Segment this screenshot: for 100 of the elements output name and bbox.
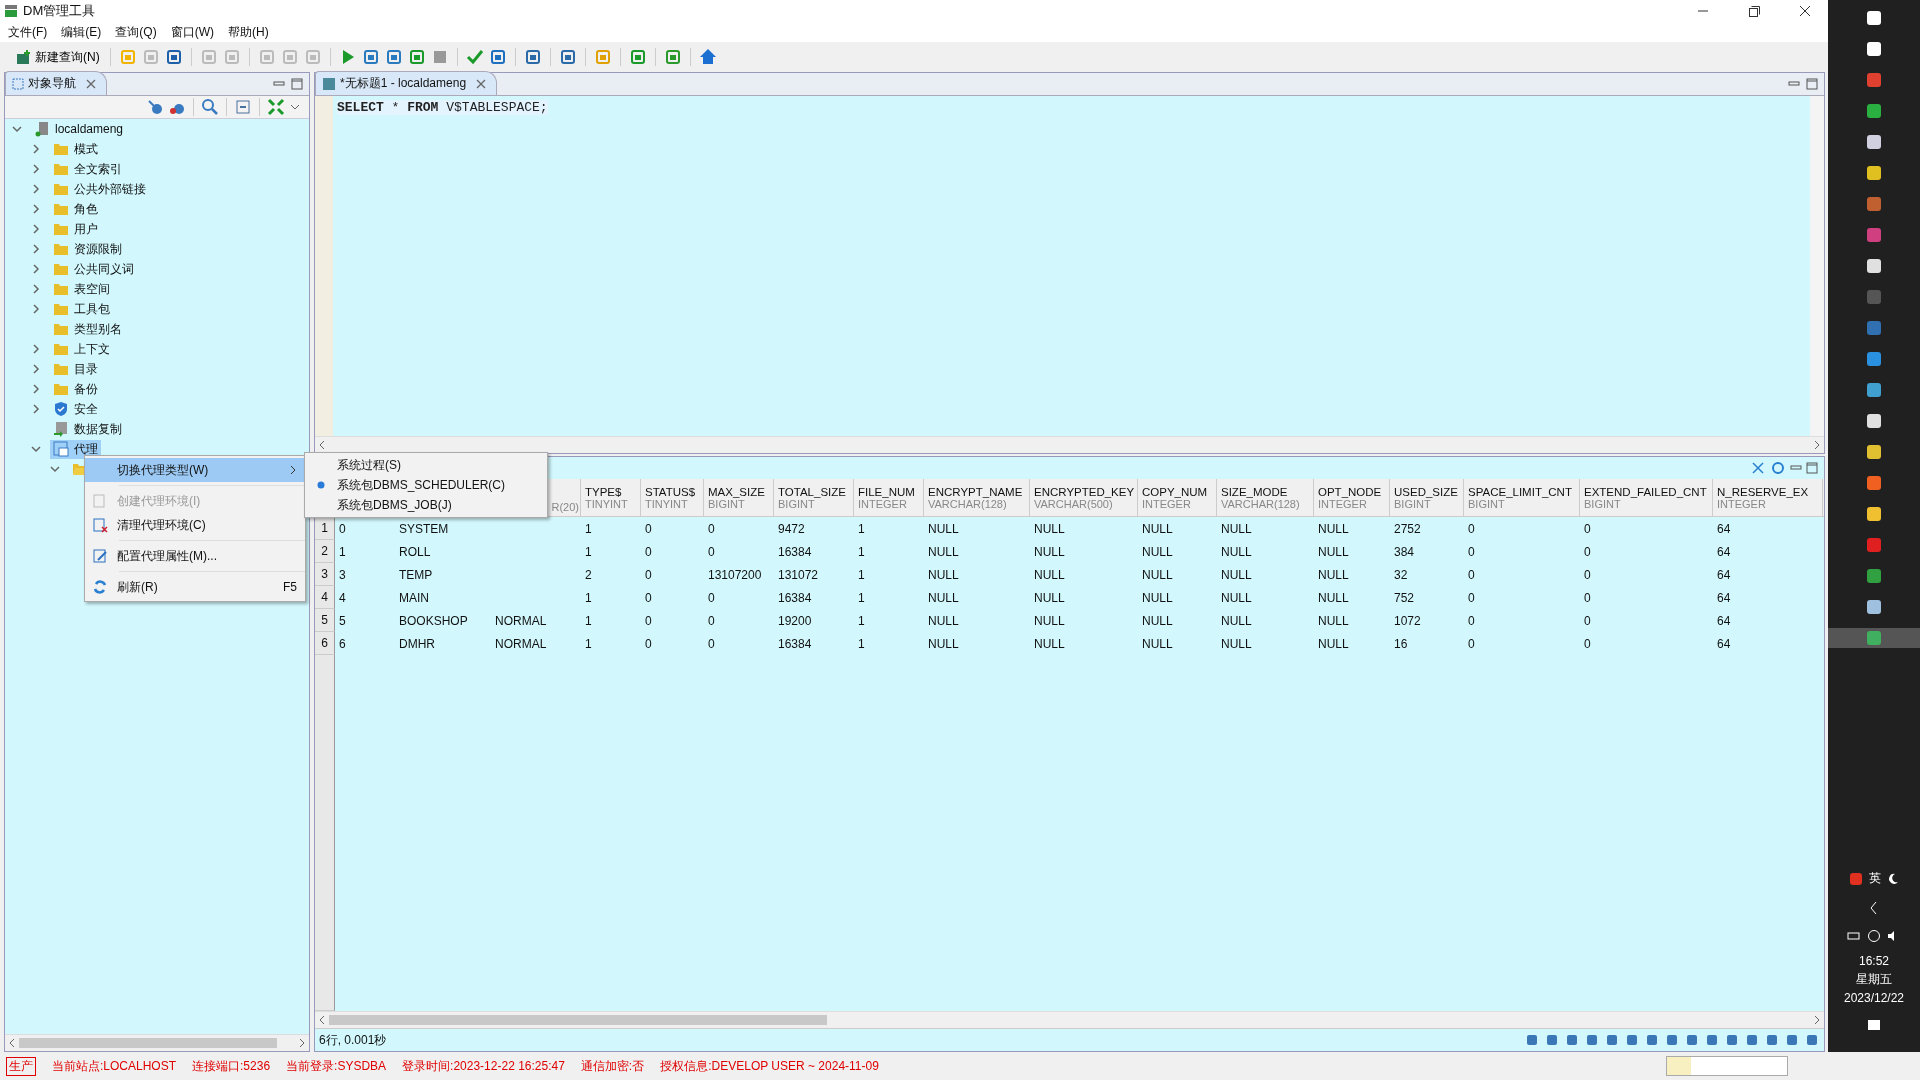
- chevron-icon[interactable]: [30, 183, 42, 195]
- ime-icon[interactable]: [1849, 871, 1863, 886]
- chevron-icon[interactable]: [30, 303, 42, 315]
- tree-item[interactable]: 目录: [50, 359, 101, 379]
- chevron-icon[interactable]: [30, 343, 42, 355]
- battery-icon[interactable]: [1847, 929, 1861, 943]
- row-number[interactable]: 4: [315, 586, 335, 609]
- horizontal-scrollbar[interactable]: [315, 436, 1824, 453]
- new-query-button[interactable]: 新建查询(N): [14, 46, 102, 68]
- column-header[interactable]: ENCRYPT_NAME VARCHAR(128): [924, 479, 1030, 516]
- clock[interactable]: 16:52 星期五 2023/12/22: [1843, 954, 1905, 1005]
- collapse-all-icon[interactable]: [234, 98, 252, 116]
- maximize-button[interactable]: [1806, 78, 1818, 90]
- menu-item[interactable]: 系统包DBMS_SCHEDULER(C): [305, 475, 547, 495]
- settings-icon[interactable]: [1770, 460, 1786, 476]
- close-tab-icon[interactable]: [476, 78, 487, 89]
- column-header[interactable]: TYPE$ TINYINT: [581, 479, 641, 516]
- table-cell-text: 0: [1467, 566, 1476, 584]
- connect-icon[interactable]: [146, 98, 164, 116]
- chevron-icon[interactable]: [30, 163, 42, 175]
- row-number[interactable]: 6: [315, 632, 335, 655]
- ime-language[interactable]: 英: [1869, 870, 1881, 887]
- environment-badge: 生产: [6, 1056, 36, 1076]
- table-cell-text: 5: [338, 612, 347, 630]
- tree-item[interactable]: 代理: [50, 439, 101, 459]
- server-icon: [34, 121, 50, 137]
- column-header[interactable]: STATUS$ TINYINT: [641, 479, 704, 516]
- column-header[interactable]: USED_SIZE BIGINT: [1390, 479, 1464, 516]
- tree-item[interactable]: 备份: [50, 379, 101, 399]
- column-header[interactable]: SIZE_MODE VARCHAR(128): [1217, 479, 1314, 516]
- menu-item[interactable]: 帮助(H): [228, 23, 269, 41]
- tree-item[interactable]: 类型别名: [50, 319, 125, 339]
- table-cell-text: 0: [644, 543, 653, 561]
- row-number[interactable]: 1: [315, 517, 335, 540]
- maximize-button[interactable]: [1806, 462, 1818, 474]
- home-icon[interactable]: [698, 48, 717, 66]
- moon-icon[interactable]: [1887, 872, 1899, 885]
- column-header[interactable]: OPT_NODE INTEGER: [1314, 479, 1390, 516]
- column-header[interactable]: N_RESERVE_EX INTEGER: [1713, 479, 1823, 516]
- menu-item[interactable]: 查询(Q): [115, 23, 157, 41]
- tree-item[interactable]: 公共同义词: [50, 259, 137, 279]
- tree-item[interactable]: 数据复制: [50, 419, 125, 439]
- chevron-icon[interactable]: [30, 383, 42, 395]
- chevron-icon[interactable]: [30, 443, 42, 455]
- table-cell-text: 0: [644, 589, 653, 607]
- tree-item[interactable]: 用户: [50, 219, 101, 239]
- table-cell-text: 0: [707, 612, 716, 630]
- expand-arrows-icon[interactable]: [267, 98, 285, 116]
- chevron-icon[interactable]: [11, 123, 23, 135]
- tree-item[interactable]: 工具包: [50, 299, 113, 319]
- menu-item[interactable]: 系统包DBMS_JOB(J): [305, 495, 547, 515]
- chevron-icon[interactable]: [30, 143, 42, 155]
- chevron-icon[interactable]: [30, 283, 42, 295]
- navigator-icon: [12, 77, 24, 90]
- chevron-icon[interactable]: [30, 223, 42, 235]
- horizontal-scrollbar[interactable]: [315, 1011, 1824, 1028]
- menu-item[interactable]: 刷新(R) F5: [85, 575, 305, 599]
- chevron-icon[interactable]: [30, 363, 42, 375]
- horizontal-scrollbar[interactable]: [5, 1034, 309, 1051]
- tree-item[interactable]: 表空间: [50, 279, 113, 299]
- maximize-button[interactable]: [291, 78, 303, 90]
- column-header[interactable]: COPY_NUM INTEGER: [1138, 479, 1217, 516]
- column-header[interactable]: MAX_SIZE BIGINT: [704, 479, 774, 516]
- column-header[interactable]: EXTEND_FAILED_CNT BIGINT: [1580, 479, 1713, 516]
- row-number[interactable]: 5: [315, 609, 335, 632]
- tree-item[interactable]: 公共外部链接: [50, 179, 149, 199]
- close-tab-icon[interactable]: [86, 78, 96, 89]
- table-cell-text: 64: [1716, 566, 1732, 584]
- table-cell-text: NULL: [1317, 566, 1350, 584]
- tree-item[interactable]: 安全: [50, 399, 101, 419]
- editor-tab[interactable]: *无标题1 - localdameng: [315, 71, 498, 95]
- vertical-scrollbar[interactable]: [1810, 96, 1824, 436]
- row-number[interactable]: 2: [315, 540, 335, 563]
- column-header[interactable]: TOTAL_SIZE BIGINT: [774, 479, 854, 516]
- menu-item[interactable]: 配置代理属性(M)...: [85, 544, 305, 568]
- column-header[interactable]: SPACE_LIMIT_CNT BIGINT: [1464, 479, 1580, 516]
- menu-item[interactable]: 系统过程(S): [305, 455, 547, 475]
- menu-item[interactable]: 窗口(W): [170, 23, 214, 41]
- tree-item[interactable]: 全文索引: [50, 159, 125, 179]
- table-cell-text: 0: [1583, 589, 1592, 607]
- close-all-icon[interactable]: [1750, 460, 1766, 476]
- tree-item[interactable]: 模式: [50, 139, 101, 159]
- column-header[interactable]: FILE_NUM INTEGER: [854, 479, 924, 516]
- row-number[interactable]: 3: [315, 563, 335, 586]
- navigator-tab[interactable]: 对象导航: [5, 71, 107, 95]
- chevron-icon[interactable]: [30, 263, 42, 275]
- chevron-icon[interactable]: [30, 403, 42, 415]
- tree-item[interactable]: 角色: [50, 199, 101, 219]
- menu-item[interactable]: 文件(F): [8, 23, 48, 41]
- table-cell-text: NULL: [1317, 635, 1350, 653]
- menu-item[interactable]: 清理代理环境(C): [85, 513, 305, 537]
- tree-item[interactable]: 资源限制: [50, 239, 125, 259]
- menu-item[interactable]: 切换代理类型(W): [85, 458, 305, 482]
- tree-item[interactable]: 上下文: [50, 339, 113, 359]
- chevron-icon[interactable]: [30, 243, 42, 255]
- menu-item[interactable]: 编辑(E): [61, 23, 102, 41]
- chevron-icon[interactable]: [30, 203, 42, 215]
- tree-item[interactable]: localdameng: [31, 120, 127, 138]
- chevron-icon[interactable]: [49, 463, 61, 475]
- column-header[interactable]: ENCRYPTED_KEY VARCHAR(500): [1030, 479, 1138, 516]
